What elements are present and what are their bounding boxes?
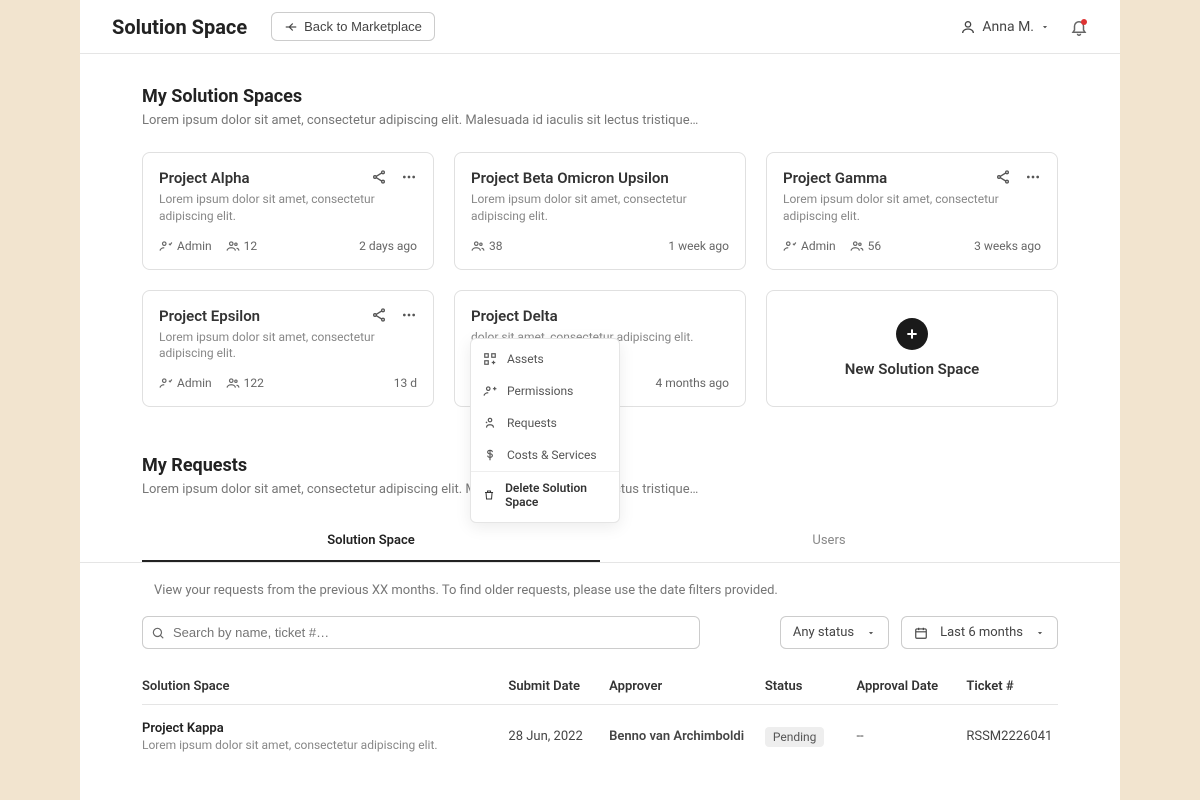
search-input[interactable] <box>142 616 700 649</box>
app-title: Solution Space <box>112 15 247 39</box>
space-card[interactable]: Project Gamma Lorem ipsum dolor sit amet… <box>766 152 1058 270</box>
grid-plus-icon <box>483 352 497 366</box>
more-icon[interactable] <box>401 307 417 323</box>
caret-down-icon <box>866 628 876 638</box>
admin-icon <box>783 239 797 253</box>
col-submit-date: Submit Date <box>508 679 609 694</box>
card-role: Admin <box>783 239 836 253</box>
new-space-label: New Solution Space <box>845 360 979 378</box>
section-title-spaces: My Solution Spaces <box>142 86 1058 107</box>
notifications-button[interactable] <box>1070 18 1088 36</box>
col-ticket: Ticket # <box>966 679 1058 694</box>
card-desc: Lorem ipsum dolor sit amet, consectetur … <box>159 329 417 363</box>
user-icon <box>960 19 976 35</box>
add-circle-icon <box>896 318 928 350</box>
card-role: Admin <box>159 376 212 390</box>
calendar-icon <box>914 626 928 640</box>
caret-down-icon <box>1035 628 1045 638</box>
new-space-card[interactable]: New Solution Space <box>766 290 1058 408</box>
card-title: Project Beta Omicron Upsilon <box>471 169 669 187</box>
col-approval-date: Approval Date <box>856 679 966 694</box>
user-menu[interactable]: Anna M. <box>960 19 1050 35</box>
tabs: Solution Space Users <box>80 521 1120 563</box>
card-role: Admin <box>159 239 212 253</box>
row-approver: Benno van Archimboldi <box>609 729 765 744</box>
col-solution-space: Solution Space <box>142 679 508 694</box>
menu-assets[interactable]: Assets <box>471 343 619 375</box>
card-members: 38 <box>471 239 503 253</box>
user-plus-icon <box>483 384 497 398</box>
card-desc: Lorem ipsum dolor sit amet, consectetur … <box>783 191 1041 225</box>
row-title: Project Kappa <box>142 721 508 736</box>
card-time: 2 days ago <box>359 239 417 253</box>
card-time: 13 d <box>394 376 417 390</box>
card-title: Project Gamma <box>783 169 887 187</box>
admin-icon <box>159 376 173 390</box>
card-desc: Lorem ipsum dolor sit amet, consectetur … <box>159 191 417 225</box>
notification-dot <box>1081 19 1087 25</box>
row-date: 28 Jun, 2022 <box>508 729 609 744</box>
share-icon[interactable] <box>371 169 387 185</box>
caret-down-icon <box>1040 22 1050 32</box>
topbar: Solution Space Back to Marketplace Anna … <box>80 0 1120 54</box>
menu-permissions[interactable]: Permissions <box>471 375 619 407</box>
card-time: 1 week ago <box>668 239 729 253</box>
user-name: Anna M. <box>982 19 1034 35</box>
admin-icon <box>159 239 173 253</box>
status-filter[interactable]: Any status <box>780 616 889 649</box>
search-icon <box>151 626 165 640</box>
menu-requests[interactable]: Requests <box>471 407 619 439</box>
menu-costs[interactable]: Costs & Services <box>471 439 619 471</box>
section-subtitle-spaces: Lorem ipsum dolor sit amet, consectetur … <box>142 113 1058 128</box>
tab-users[interactable]: Users <box>600 521 1058 562</box>
table-header: Solution Space Submit Date Approver Stat… <box>142 669 1058 705</box>
card-title: Project Delta <box>471 307 558 325</box>
card-members: 122 <box>226 376 264 390</box>
row-approval-date: -- <box>856 729 966 744</box>
user-check-icon <box>483 416 497 430</box>
table-row[interactable]: Project Kappa Lorem ipsum dolor sit amet… <box>142 705 1058 760</box>
date-filter[interactable]: Last 6 months <box>901 616 1058 649</box>
share-icon[interactable] <box>371 307 387 323</box>
filters-row: Any status Last 6 months <box>142 616 1058 649</box>
card-members: 12 <box>226 239 258 253</box>
people-icon <box>226 239 240 253</box>
row-desc: Lorem ipsum dolor sit amet, consectetur … <box>142 738 508 752</box>
trash-icon <box>483 488 495 502</box>
card-menu-dropdown: Assets Permissions Requests Costs & Serv… <box>470 338 620 523</box>
people-icon <box>226 376 240 390</box>
status-badge: Pending <box>765 727 825 747</box>
requests-hint: View your requests from the previous XX … <box>142 583 1058 616</box>
people-icon <box>850 239 864 253</box>
card-title: Project Alpha <box>159 169 250 187</box>
space-card[interactable]: Project Beta Omicron Upsilon Lorem ipsum… <box>454 152 746 270</box>
card-title: Project Epsilon <box>159 307 260 325</box>
card-time: 3 weeks ago <box>974 239 1041 253</box>
col-approver: Approver <box>609 679 765 694</box>
search-wrap <box>142 616 700 649</box>
more-icon[interactable] <box>401 169 417 185</box>
space-card[interactable]: Project Epsilon Lorem ipsum dolor sit am… <box>142 290 434 408</box>
back-to-marketplace-button[interactable]: Back to Marketplace <box>271 12 435 41</box>
arrow-left-icon <box>284 20 298 34</box>
card-members: 56 <box>850 239 882 253</box>
dollar-icon <box>483 448 497 462</box>
card-time: 4 months ago <box>655 376 729 390</box>
col-status: Status <box>765 679 857 694</box>
people-icon <box>471 239 485 253</box>
menu-delete[interactable]: Delete Solution Space <box>471 471 619 518</box>
row-ticket: RSSM2226041 <box>966 729 1058 744</box>
more-icon[interactable] <box>1025 169 1041 185</box>
space-card[interactable]: Project Alpha Lorem ipsum dolor sit amet… <box>142 152 434 270</box>
tab-solution-space[interactable]: Solution Space <box>142 521 600 562</box>
share-icon[interactable] <box>995 169 1011 185</box>
card-desc: Lorem ipsum dolor sit amet, consectetur … <box>471 191 729 225</box>
